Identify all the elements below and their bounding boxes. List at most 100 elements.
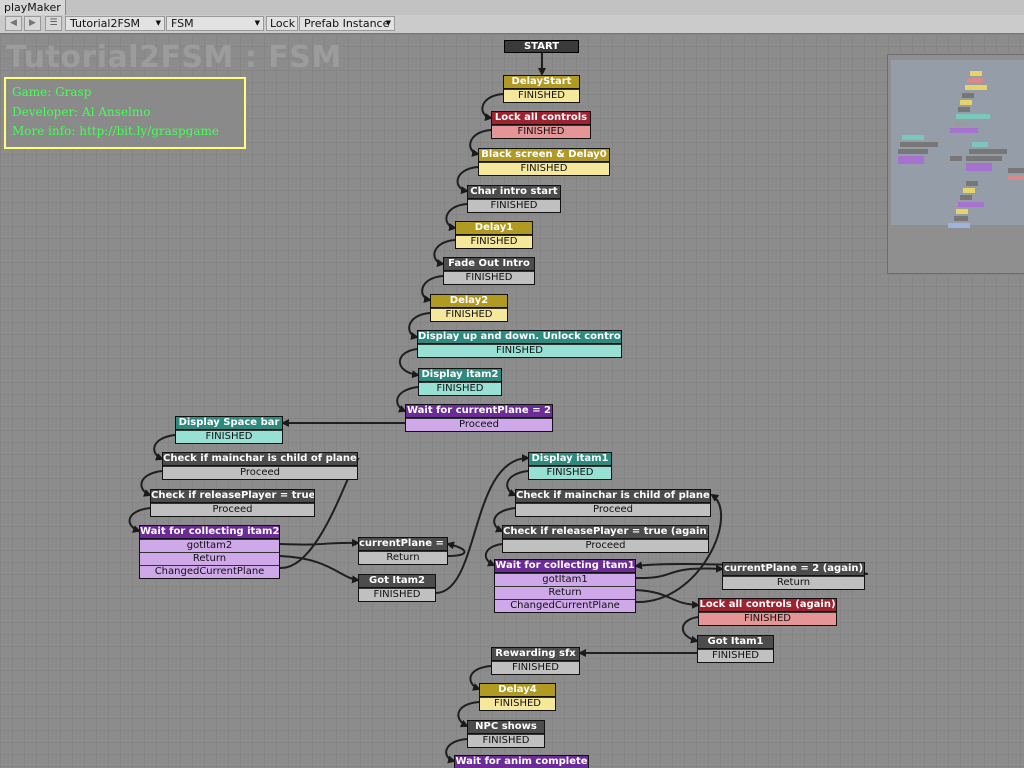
state-transition[interactable]: Return (495, 586, 635, 599)
instance-select-label: Prefab Instance (304, 17, 390, 30)
instance-select[interactable]: Prefab Instance ▼ (299, 16, 395, 31)
fsm-state[interactable]: Check if mainchar is child of plane2 Proc… (162, 452, 358, 480)
state-name: Wait for collecting itam1 (495, 560, 635, 573)
start-event[interactable]: START (504, 40, 579, 53)
state-transition[interactable]: FINISHED (479, 162, 609, 175)
state-name: Lock all controls (again) (699, 599, 836, 612)
state-transition[interactable]: FINISHED (431, 308, 507, 321)
state-transition[interactable]: gotItam2 (140, 539, 279, 552)
fsm-state[interactable]: Got Itam1 FINISHED (697, 635, 774, 663)
state-name: Rewarding sfx (492, 648, 579, 661)
state-name: Wait for collecting itam2 (140, 526, 279, 539)
fsm-state[interactable]: Rewarding sfx FINISHED (491, 647, 580, 675)
state-transition[interactable]: FINISHED (492, 125, 590, 138)
state-transition[interactable]: FINISHED (419, 382, 501, 395)
transition-wire (681, 616, 699, 644)
back-arrow-icon[interactable]: ◀ (5, 16, 22, 31)
state-transition[interactable]: gotItam1 (495, 573, 635, 586)
fsm-state[interactable]: Wait for collecting itam2 gotItam2 Return C… (139, 525, 280, 579)
fsm-state[interactable]: Delay1 FINISHED (455, 221, 533, 249)
state-transition[interactable]: Proceed (151, 503, 314, 516)
state-name: Check if releasePlayer = true (again) (503, 526, 708, 539)
state-name: DelayStart (504, 76, 579, 89)
fsm-state[interactable]: Check if mainchar is child of plane1 Proc… (515, 489, 711, 517)
state-name: NPC shows (468, 721, 544, 734)
fsm-state[interactable]: Char intro start FINISHED (467, 185, 561, 213)
transition-wire (635, 589, 700, 609)
state-transition[interactable]: FINISHED (529, 466, 611, 479)
fsm-state[interactable]: Display itam1 FINISHED (528, 452, 612, 480)
fsm-state[interactable]: Wait for currentPlane = 2 Proceed (405, 404, 553, 432)
fsm-state[interactable]: Delay2 FINISHED (430, 294, 508, 322)
state-name: Display itam2 (419, 369, 501, 382)
view-select-label: FSM (171, 17, 194, 30)
transition-wire (635, 564, 724, 580)
state-transition[interactable]: FINISHED (456, 235, 532, 248)
state-name: Display Space bar (176, 417, 282, 430)
state-transition[interactable]: Return (140, 552, 279, 565)
fsm-state[interactable]: Delay4 FINISHED (479, 683, 556, 711)
state-name: currentPlane = 2 (again) (723, 563, 864, 576)
toolbar: ◀ ▶ ☰ Tutorial2FSM ▼ FSM ▼ Lock Prefab Ins… (0, 15, 1024, 34)
state-transition[interactable]: FINISHED (492, 661, 579, 674)
state-transition[interactable]: Return (723, 576, 864, 589)
state-transition[interactable]: Return (359, 551, 447, 564)
fsm-state[interactable]: currentPlane = 2 (again) Return (722, 562, 865, 590)
state-transition[interactable]: FINISHED (176, 430, 282, 443)
fsm-state[interactable]: currentPlane = 2 Return (358, 537, 448, 565)
state-name: Delay2 (431, 295, 507, 308)
fsm-state[interactable]: Check if releasePlayer = true Proceed (150, 489, 315, 517)
state-name: Wait for anim complete (455, 756, 588, 768)
transition-wire (279, 538, 360, 547)
fsm-state[interactable]: Black screen & Delay0 FINISHED (478, 148, 610, 176)
fsm-select[interactable]: Tutorial2FSM ▼ (65, 16, 165, 31)
state-name: Check if mainchar is child of plane2 (163, 453, 357, 466)
fsm-state[interactable]: Fade Out Intro FINISHED (443, 257, 535, 285)
fsm-state[interactable]: Got Itam2 FINISHED (358, 574, 436, 602)
state-name: Display up and down. Unlock controls (418, 331, 621, 344)
dropdown-arrow-icon: ▼ (155, 19, 161, 27)
state-transition[interactable]: ChangedCurrentPlane (495, 599, 635, 612)
fsm-state[interactable]: Display itam2 FINISHED (418, 368, 502, 396)
transition-wire (446, 541, 466, 557)
view-select[interactable]: FSM ▼ (166, 16, 264, 31)
fsm-state[interactable]: Wait for collecting itam1 gotItam1 Return C… (494, 559, 636, 613)
state-name: Check if mainchar is child of plane1 (516, 490, 710, 503)
state-name: Lock all controls (492, 112, 590, 125)
fsm-state[interactable]: Check if releasePlayer = true (again) Pro… (502, 525, 709, 553)
state-transition[interactable]: FINISHED (468, 734, 544, 747)
fsm-state[interactable]: NPC shows FINISHED (467, 720, 545, 748)
state-transition[interactable]: FINISHED (480, 697, 555, 710)
state-transition[interactable]: FINISHED (418, 344, 621, 357)
state-transition[interactable]: Proceed (163, 466, 357, 479)
lock-button[interactable]: Lock (266, 16, 298, 31)
forward-arrow-icon[interactable]: ▶ (24, 16, 41, 31)
fsm-state[interactable]: Display up and down. Unlock controls FINI… (417, 330, 622, 358)
state-transition[interactable]: Proceed (516, 503, 710, 516)
state-transition[interactable]: FINISHED (699, 612, 836, 625)
fsm-select-label: Tutorial2FSM (70, 17, 141, 30)
state-name: Delay4 (480, 684, 555, 697)
fsm-state[interactable]: Display Space bar FINISHED (175, 416, 283, 444)
fsm-graph-canvas[interactable]: Tutorial2FSM : FSM Game: Grasp Developer… (0, 34, 1024, 768)
state-name: Delay1 (456, 222, 532, 235)
fsm-state[interactable]: DelayStart FINISHED (503, 75, 580, 103)
transition-wire (399, 348, 420, 379)
state-transition[interactable]: FINISHED (444, 271, 534, 284)
transition-wire (279, 555, 360, 584)
state-transition[interactable]: FINISHED (468, 199, 560, 212)
state-transition[interactable]: FINISHED (359, 588, 435, 601)
state-name: Display itam1 (529, 453, 611, 466)
window-tab-bar: playMaker (0, 0, 1024, 16)
window-tab[interactable]: playMaker (0, 0, 66, 15)
state-transition[interactable]: FINISHED (504, 89, 579, 102)
state-name: Fade Out Intro (444, 258, 534, 271)
list-menu-icon[interactable]: ☰ (45, 16, 62, 31)
state-transition[interactable]: FINISHED (698, 649, 773, 662)
state-transition[interactable]: ChangedCurrentPlane (140, 565, 279, 578)
state-transition[interactable]: Proceed (503, 539, 708, 552)
fsm-state[interactable]: Lock all controls (again) FINISHED (698, 598, 837, 626)
fsm-state[interactable]: Lock all controls FINISHED (491, 111, 591, 139)
fsm-state[interactable]: Wait for anim complete (454, 755, 589, 768)
state-transition[interactable]: Proceed (406, 418, 552, 431)
